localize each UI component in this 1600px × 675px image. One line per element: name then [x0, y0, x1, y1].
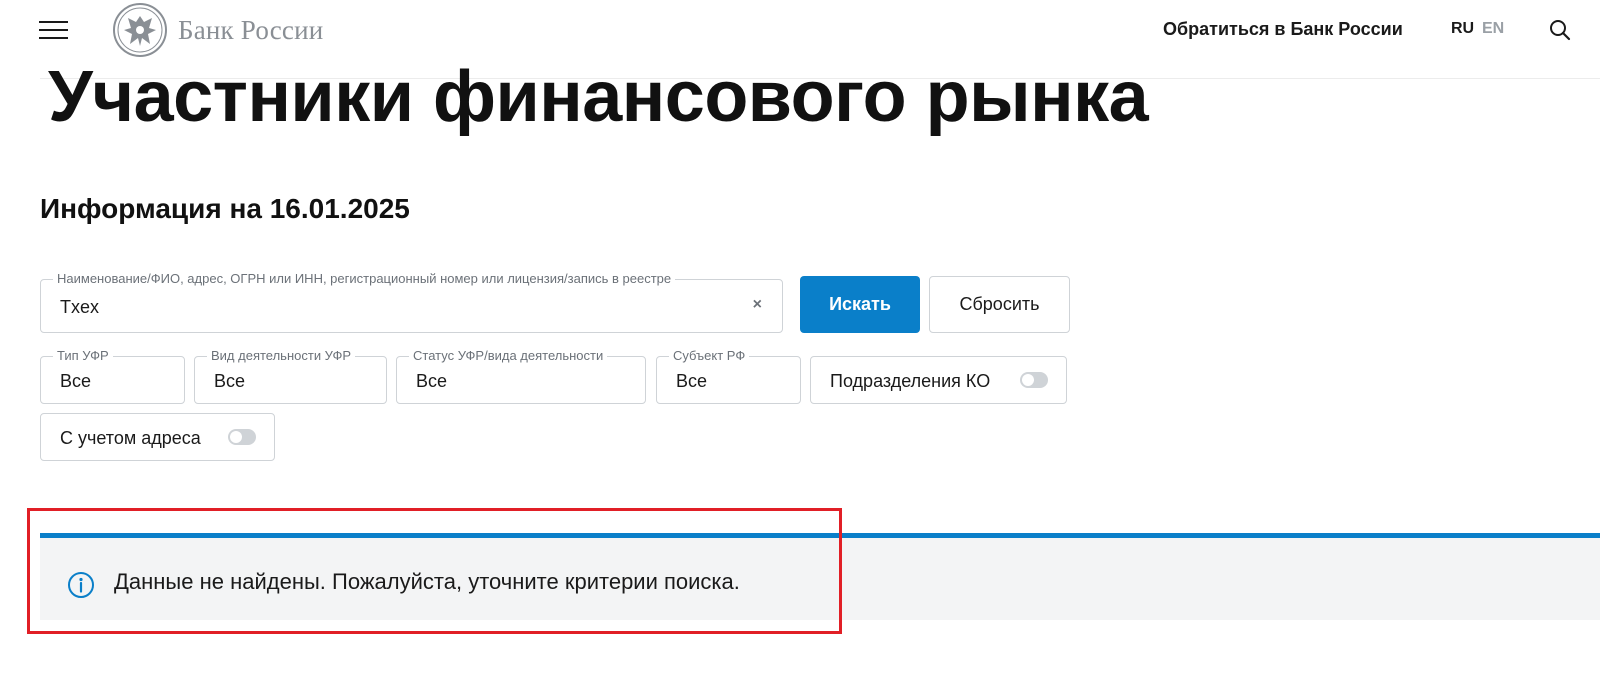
lang-en[interactable]: EN [1482, 20, 1504, 38]
filter-type-label: Тип УФР [53, 349, 113, 363]
branches-toggle-box[interactable]: Подразделения КО [810, 356, 1067, 404]
filter-activity-select[interactable]: Вид деятельности УФР Все [194, 349, 387, 404]
filter-type-select[interactable]: Тип УФР Все [40, 349, 185, 404]
filter-region-value: Все [676, 371, 708, 391]
address-toggle-label: С учетом адреса [60, 428, 201, 448]
search-button[interactable]: Искать [800, 276, 920, 333]
reset-button[interactable]: Сбросить [929, 276, 1070, 333]
filter-activity-value: Все [214, 371, 246, 391]
branches-toggle[interactable] [1020, 372, 1048, 388]
contact-link[interactable]: Обратиться в Банк России [1163, 19, 1403, 40]
filter-activity-label: Вид деятельности УФР [207, 349, 356, 363]
lang-ru[interactable]: RU [1451, 20, 1474, 38]
address-toggle-box[interactable]: С учетом адреса [40, 413, 275, 461]
page-title: Участники финансового рынка [48, 57, 1149, 137]
filter-status-value: Все [416, 371, 448, 391]
search-input[interactable]: Наименование/ФИО, адрес, ОГРН или ИНН, р… [40, 272, 783, 333]
bank-emblem-icon [113, 3, 167, 57]
filter-status-label: Статус УФР/вида деятельности [409, 349, 608, 363]
search-input-value[interactable]: Txex [60, 297, 99, 318]
branches-toggle-label: Подразделения КО [830, 371, 991, 391]
filter-type-value: Все [60, 371, 92, 391]
filter-region-select[interactable]: Субъект РФ Все [656, 349, 801, 404]
clear-icon[interactable]: × [753, 296, 762, 314]
highlight-box [27, 508, 842, 634]
search-icon[interactable] [1549, 19, 1571, 41]
filter-region-label: Субъект РФ [669, 349, 750, 363]
logo-text: Банк России [178, 14, 324, 45]
search-input-label: Наименование/ФИО, адрес, ОГРН или ИНН, р… [53, 272, 676, 286]
menu-icon[interactable] [39, 18, 68, 40]
address-toggle[interactable] [228, 429, 256, 445]
info-date-heading: Информация на 16.01.2025 [40, 193, 410, 224]
logo[interactable]: Банк России [112, 2, 323, 58]
filter-status-select[interactable]: Статус УФР/вида деятельности Все [396, 349, 646, 404]
